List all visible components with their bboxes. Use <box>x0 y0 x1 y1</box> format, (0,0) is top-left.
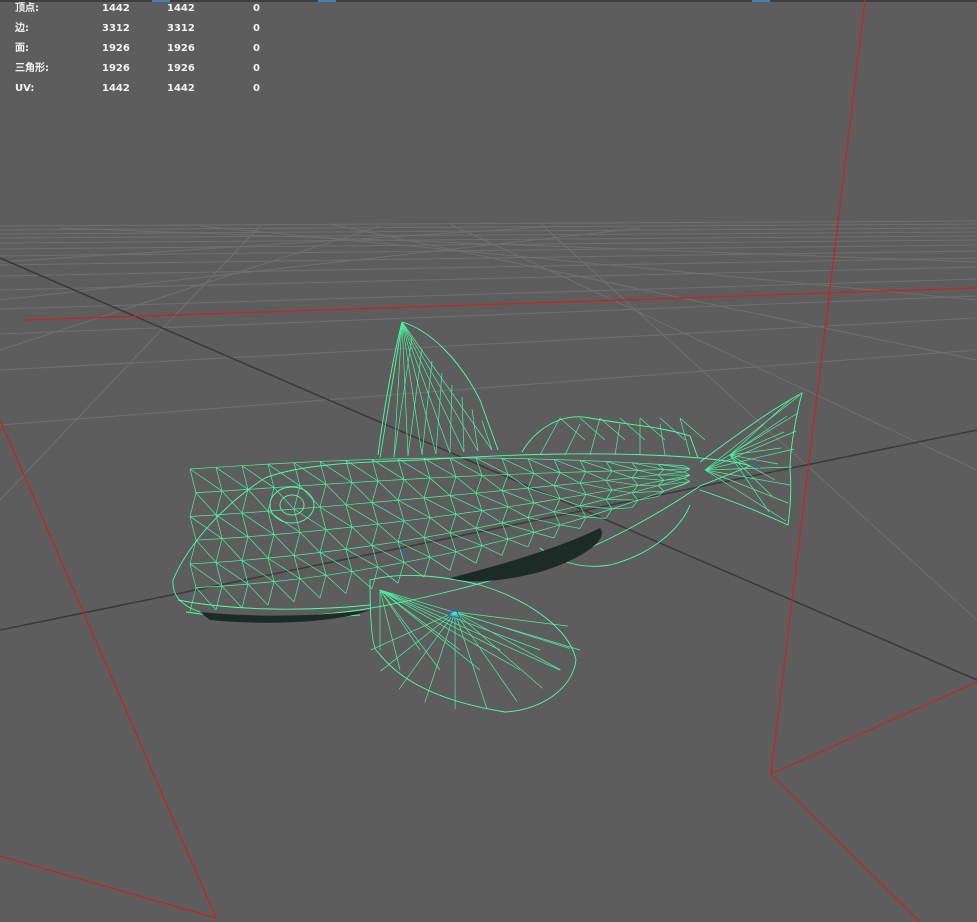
hud-label: 顶点: <box>15 3 39 14</box>
grid-axis <box>0 257 977 681</box>
hud-value-object: 1926 <box>102 43 130 54</box>
hud-value-selected: 1442 <box>167 83 195 94</box>
hud-value-selected: 3312 <box>167 23 195 34</box>
hud-value-selected: 1442 <box>167 3 195 14</box>
hud-value-component: 0 <box>253 83 260 94</box>
3d-viewport[interactable]: 顶点: 1442 1442 0 边: 3312 3312 0 面: 1926 1926 0 三角形: 19… <box>0 0 977 922</box>
hud-label: 边: <box>15 23 29 34</box>
hud-label: 三角形: <box>15 63 49 74</box>
hud-value-component: 0 <box>253 63 260 74</box>
mesh-underside-shadow <box>450 528 602 582</box>
shark-wireframe-mesh[interactable] <box>172 321 803 713</box>
hud-value-object: 1442 <box>102 83 130 94</box>
hud-label: 面: <box>15 43 29 54</box>
camera-frustum <box>0 0 977 922</box>
hud-value-object: 1926 <box>102 63 130 74</box>
scene-canvas[interactable] <box>0 0 977 922</box>
hud-value-selected: 1926 <box>167 63 195 74</box>
hud-label: UV: <box>15 83 35 94</box>
hud-value-object: 3312 <box>102 23 130 34</box>
hud-value-selected: 1926 <box>167 43 195 54</box>
hud-value-component: 0 <box>253 23 260 34</box>
hud-value-object: 1442 <box>102 3 130 14</box>
hud-value-component: 0 <box>253 43 260 54</box>
hud-value-component: 0 <box>253 3 260 14</box>
